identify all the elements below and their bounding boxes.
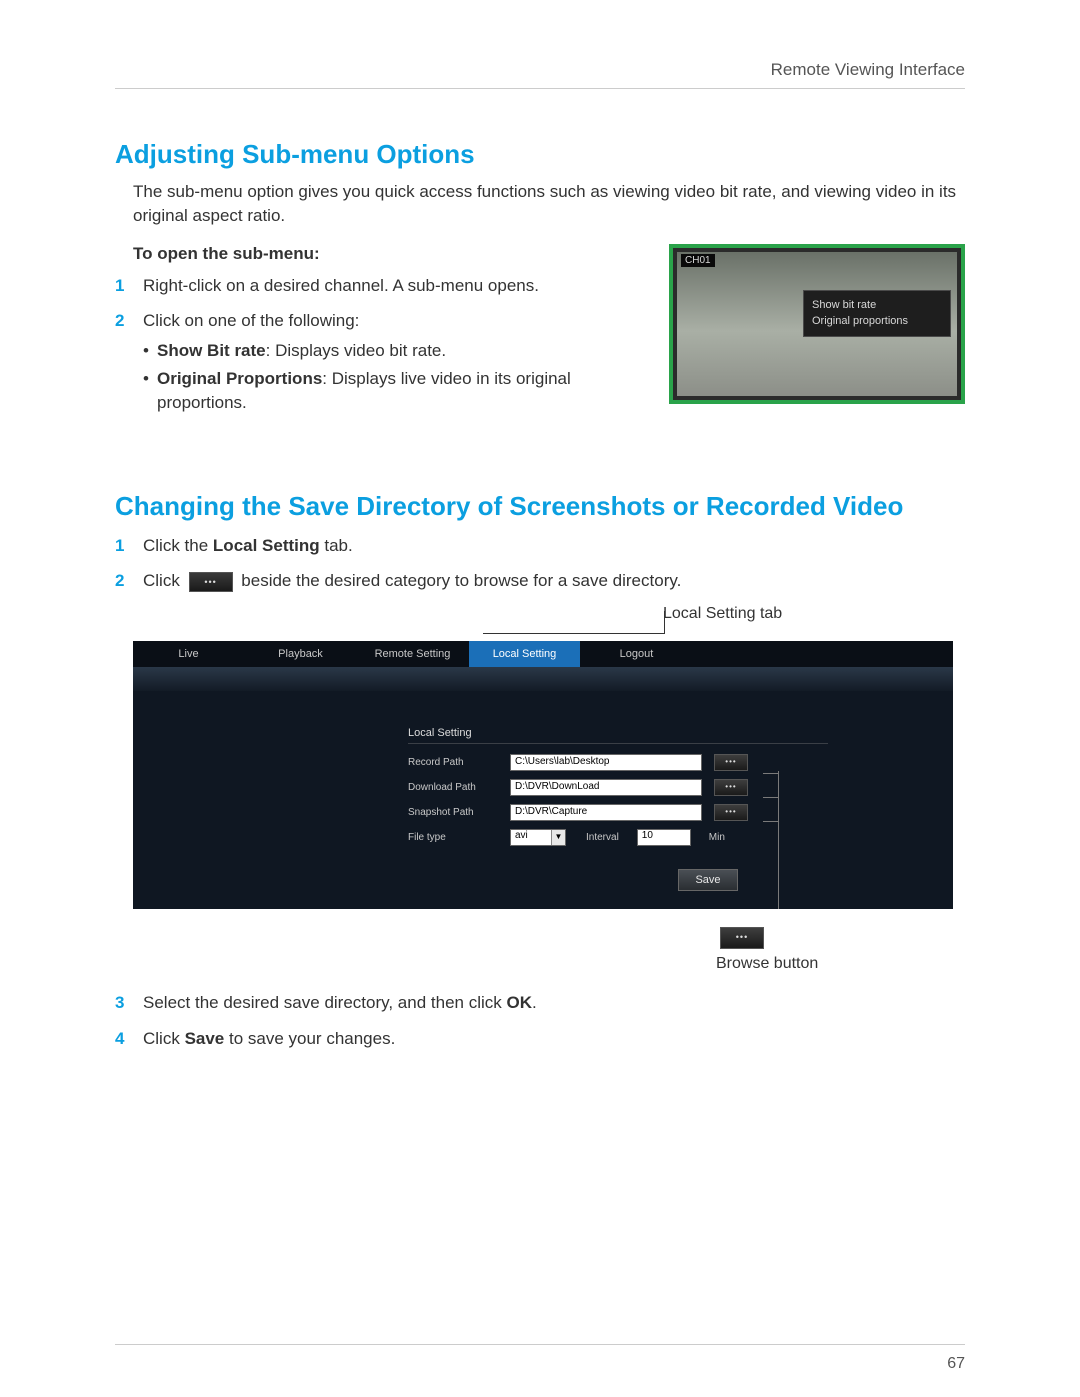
page-number: 67	[947, 1355, 965, 1373]
step-number: 3	[115, 991, 129, 1015]
input-record-path[interactable]: C:\Users\lab\Desktop	[510, 754, 702, 771]
context-item-original-proportions[interactable]: Original proportions	[812, 313, 942, 330]
text: Click the	[143, 536, 213, 555]
tab-bar: Live Playback Remote Setting Local Setti…	[133, 641, 953, 667]
step-number: 1	[115, 274, 129, 298]
step-4-text: Click Save to save your changes.	[143, 1027, 965, 1051]
label-snapshot-path: Snapshot Path	[408, 807, 498, 818]
text-bold: Local Setting	[213, 536, 320, 555]
label-record-path: Record Path	[408, 757, 498, 768]
input-download-path[interactable]: D:\DVR\DownLoad	[510, 779, 702, 796]
browse-button-inline: •••	[189, 572, 233, 592]
step-1-text: Right-click on a desired channel. A sub-…	[143, 274, 645, 298]
context-item-show-bitrate[interactable]: Show bit rate	[812, 297, 942, 314]
text: .	[532, 993, 537, 1012]
text: Select the desired save directory, and t…	[143, 993, 506, 1012]
step-2-text: Click on one of the following: Show Bit …	[143, 309, 645, 418]
label-interval: Interval	[586, 832, 619, 843]
heading-adjusting-submenu: Adjusting Sub-menu Options	[115, 139, 965, 170]
text: Click	[143, 571, 185, 590]
intro-paragraph: The sub-menu option gives you quick acce…	[133, 180, 965, 228]
label-download-path: Download Path	[408, 782, 498, 793]
step-1-local: Click the Local Setting tab.	[143, 534, 965, 558]
submenu-screenshot: CH01 Show bit rate Original proportions	[669, 244, 965, 404]
chevron-down-icon: ▼	[551, 830, 565, 845]
bullet-bold: Original Proportions	[157, 369, 322, 388]
step-number: 1	[115, 534, 129, 558]
subheading-open-submenu: To open the sub-menu:	[133, 244, 645, 264]
browse-button-callout: •••	[720, 927, 764, 949]
header-section-label: Remote Viewing Interface	[115, 60, 965, 89]
bullet-original-proportions: Original Proportions: Displays live vide…	[143, 367, 645, 415]
bullet-rest: : Displays video bit rate.	[266, 341, 446, 360]
browse-button[interactable]: •••	[714, 804, 748, 821]
browse-button[interactable]: •••	[714, 779, 748, 796]
callout-browse-button: Browse button	[716, 955, 965, 973]
step-2-click-browse: Click ••• beside the desired category to…	[143, 569, 965, 593]
label-file-type: File type	[408, 832, 498, 843]
heading-change-save-dir: Changing the Save Directory of Screensho…	[115, 491, 965, 522]
step-3-text: Select the desired save directory, and t…	[143, 991, 965, 1015]
select-value: avi	[515, 830, 528, 841]
footer-rule	[115, 1344, 965, 1345]
step-2-lead: Click on one of the following:	[143, 311, 359, 330]
step-number: 2	[115, 569, 129, 593]
label-min: Min	[709, 832, 725, 843]
input-interval[interactable]: 10	[637, 829, 691, 846]
input-snapshot-path[interactable]: D:\DVR\Capture	[510, 804, 702, 821]
bullet-show-bitrate: Show Bit rate: Displays video bit rate.	[143, 339, 645, 363]
tab-live[interactable]: Live	[133, 641, 245, 667]
save-button[interactable]: Save	[678, 869, 738, 891]
callout-local-setting-tab: Local Setting tab	[663, 605, 965, 623]
select-file-type[interactable]: avi ▼	[510, 829, 566, 846]
tab-logout[interactable]: Logout	[581, 641, 693, 667]
tab-local-setting[interactable]: Local Setting	[469, 641, 581, 667]
step-number: 2	[115, 309, 129, 333]
bullet-bold: Show Bit rate	[157, 341, 266, 360]
text: tab.	[320, 536, 353, 555]
local-setting-screenshot: Live Playback Remote Setting Local Setti…	[133, 641, 953, 909]
tab-remote-setting[interactable]: Remote Setting	[357, 641, 469, 667]
text-bold: Save	[185, 1029, 225, 1048]
step-number: 4	[115, 1027, 129, 1051]
text: Click	[143, 1029, 185, 1048]
panel-title: Local Setting	[408, 727, 828, 744]
channel-label: CH01	[681, 254, 715, 267]
text: beside the desired category to browse fo…	[237, 571, 682, 590]
context-menu: Show bit rate Original proportions	[803, 290, 951, 337]
text: to save your changes.	[224, 1029, 395, 1048]
text-bold: OK	[506, 993, 532, 1012]
browse-button[interactable]: •••	[714, 754, 748, 771]
tab-playback[interactable]: Playback	[245, 641, 357, 667]
